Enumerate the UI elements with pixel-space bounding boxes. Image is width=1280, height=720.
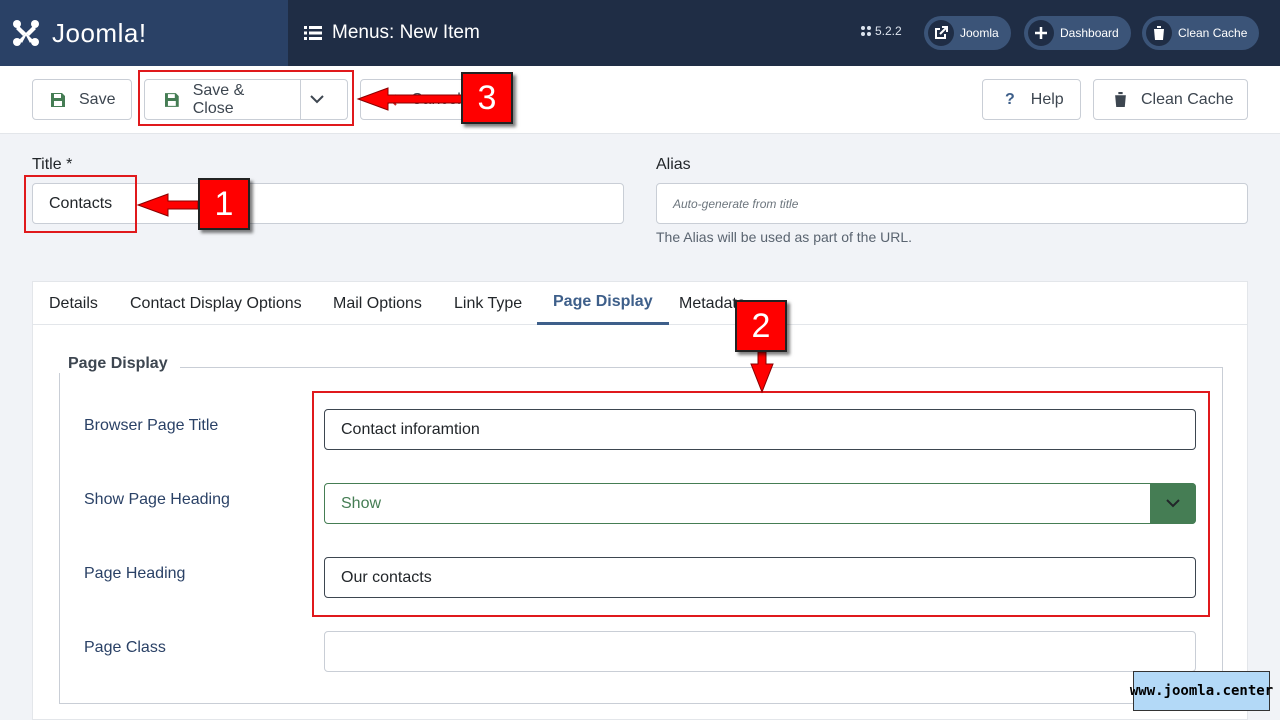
close-icon [385,93,397,106]
header-clean-cache-button[interactable]: Clean Cache [1142,16,1260,50]
tab-details[interactable]: Details [49,282,98,325]
annotation-box-2 [312,391,1210,617]
annotation-badge-2: 2 [735,300,787,352]
annotation-badge-3: 3 [461,72,513,124]
title-label: Title * [32,156,73,173]
save-label: Save [79,90,116,108]
alias-hint: The Alias will be used as part of the UR… [656,229,913,245]
joomla-site-label: Joomla [960,26,999,40]
alias-label: Alias [656,156,691,173]
header-clean-cache-label: Clean Cache [1178,26,1248,40]
trash-icon [1146,20,1172,46]
list-icon [304,26,322,40]
page-title: Menus: New Item [304,0,480,66]
top-header: Joomla! Menus: New Item 5.2.2 Joomla Das… [0,0,1280,66]
page-class-label: Page Class [84,639,166,656]
version-info: 5.2.2 [860,24,902,38]
question-mark-icon: ? [1005,90,1015,108]
page-class-input[interactable] [324,631,1196,672]
external-link-icon [928,20,954,46]
watermark: www.joomla.center [1130,671,1273,711]
annotation-box-1 [24,175,137,233]
version-text: 5.2.2 [875,24,902,38]
tab-contact-display-options[interactable]: Contact Display Options [130,282,302,325]
show-page-heading-label: Show Page Heading [84,491,230,508]
clean-cache-label: Clean Cache [1141,90,1234,108]
brand-wordmark: Joomla! [52,17,147,48]
help-label: Help [1030,90,1064,108]
floppy-disk-icon [51,92,65,107]
annotation-box-3 [138,70,354,126]
cancel-label: Cancel [411,90,461,108]
tab-page-display[interactable]: Page Display [537,282,669,325]
fieldset-legend: Page Display [56,355,180,373]
annotation-badge-1: 1 [198,178,250,230]
dashboard-label: Dashboard [1060,26,1119,40]
joomla-mini-icon [861,26,871,36]
save-button[interactable]: Save [32,79,132,120]
tab-mail-options[interactable]: Mail Options [333,282,422,325]
page-title-text: Menus: New Item [332,22,480,43]
browser-page-title-label: Browser Page Title [84,417,219,434]
joomla-logo-icon [13,20,39,46]
help-button[interactable]: ? Help [982,79,1081,120]
plus-icon [1028,20,1054,46]
tab-bar: Details Contact Display Options Mail Opt… [33,282,1247,325]
joomla-site-button[interactable]: Joomla [924,16,1011,50]
trash-icon [1114,92,1127,107]
page-heading-label: Page Heading [84,565,186,582]
alias-input[interactable]: Auto-generate from title [656,183,1248,224]
tab-link-type[interactable]: Link Type [454,282,522,325]
clean-cache-button[interactable]: Clean Cache [1093,79,1248,120]
brand[interactable]: Joomla! [0,0,288,66]
dashboard-button[interactable]: Dashboard [1024,16,1131,50]
cancel-button[interactable]: Cancel [360,79,470,120]
